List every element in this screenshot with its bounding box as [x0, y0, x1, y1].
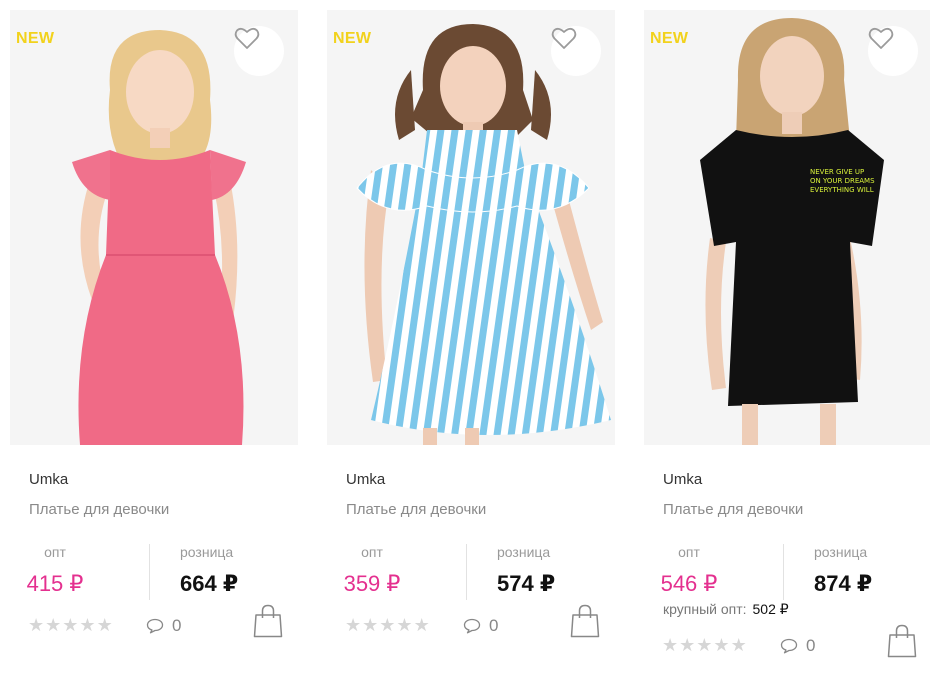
star-icon[interactable]: ★ [79, 616, 95, 634]
product-title[interactable]: Платье для девочки [346, 501, 486, 518]
comments-count: 0 [489, 616, 499, 635]
price-retail-label: розница [497, 544, 551, 560]
favorite-button[interactable] [551, 26, 601, 76]
star-icon[interactable]: ★ [662, 636, 678, 654]
star-icon[interactable]: ★ [696, 636, 712, 654]
comments-count: 0 [172, 616, 182, 635]
product-photo[interactable]: NEVER GIVE UP ON YOUR DREAMS EVERYTHING … [644, 10, 930, 445]
rating-stars[interactable]: ★ ★ ★ ★ ★ [28, 616, 113, 634]
new-badge: NEW [16, 30, 55, 47]
star-icon[interactable]: ★ [713, 636, 729, 654]
star-icon[interactable]: ★ [414, 616, 430, 634]
retail-price: розница 874 ₽ [783, 544, 930, 600]
product-card[interactable]: NEVER GIVE UP ON YOUR DREAMS EVERYTHING … [644, 0, 930, 678]
price-retail-label: розница [180, 544, 234, 560]
product-title[interactable]: Платье для девочки [663, 501, 803, 518]
star-icon[interactable]: ★ [731, 636, 747, 654]
svg-text:ON YOUR DREAMS: ON YOUR DREAMS [810, 177, 875, 185]
star-icon[interactable]: ★ [362, 616, 378, 634]
price-opt-value: 415 ₽ [26, 571, 84, 596]
wholesale-price: опт 359 ₽ [327, 544, 465, 600]
wholesale-price: опт 546 ₽ [644, 544, 782, 600]
comments-count: 0 [806, 636, 816, 655]
speech-bubble-icon [463, 618, 481, 634]
new-badge: NEW [333, 30, 372, 47]
comments-link[interactable]: 0 [780, 636, 815, 656]
star-icon[interactable]: ★ [679, 636, 695, 654]
add-to-cart-button[interactable] [253, 604, 283, 638]
product-photo[interactable]: NEW [10, 10, 298, 445]
price-opt-label: опт [44, 544, 66, 560]
shopping-bag-icon [887, 624, 917, 658]
rating-stars[interactable]: ★ ★ ★ ★ ★ [662, 636, 747, 654]
price-opt-label: опт [678, 544, 700, 560]
shopping-bag-icon [570, 604, 600, 638]
rating-stars[interactable]: ★ ★ ★ ★ ★ [345, 616, 430, 634]
price-retail-label: розница [814, 544, 868, 560]
product-brand[interactable]: Umka [346, 471, 385, 488]
comments-link[interactable]: 0 [146, 616, 181, 636]
svg-text:EVERYTHING WILL: EVERYTHING WILL [810, 186, 874, 194]
wholesale-price: опт 415 ₽ [10, 544, 148, 600]
shopping-bag-icon [253, 604, 283, 638]
add-to-cart-button[interactable] [570, 604, 600, 638]
speech-bubble-icon [146, 618, 164, 634]
product-photo[interactable]: NEW [327, 10, 615, 445]
star-icon[interactable]: ★ [396, 616, 412, 634]
price-retail-value: 574 ₽ [497, 571, 556, 596]
bulk-wholesale-value: 502 ₽ [752, 601, 789, 617]
price-opt-label: опт [361, 544, 383, 560]
product-brand[interactable]: Umka [29, 471, 68, 488]
retail-price: розница 574 ₽ [466, 544, 616, 600]
speech-bubble-icon [780, 638, 798, 654]
price-opt-value: 546 ₽ [660, 571, 718, 596]
product-card[interactable]: NEW Umka Платье для девочки опт 359 ₽ ро… [327, 0, 627, 678]
add-to-cart-button[interactable] [887, 624, 917, 658]
svg-text:NEVER GIVE UP: NEVER GIVE UP [810, 168, 864, 176]
star-icon[interactable]: ★ [97, 616, 113, 634]
bulk-wholesale-label: крупный опт: [663, 601, 747, 617]
retail-price: розница 664 ₽ [149, 544, 299, 600]
star-icon[interactable]: ★ [345, 616, 361, 634]
product-title[interactable]: Платье для девочки [29, 501, 169, 518]
favorite-button[interactable] [234, 26, 284, 76]
bulk-wholesale-price: крупный опт: 502 ₽ [663, 601, 789, 618]
star-icon[interactable]: ★ [28, 616, 44, 634]
star-icon[interactable]: ★ [62, 616, 78, 634]
star-icon[interactable]: ★ [379, 616, 395, 634]
heart-outline-icon [551, 27, 577, 49]
star-icon[interactable]: ★ [45, 616, 61, 634]
new-badge: NEW [650, 30, 689, 47]
product-card[interactable]: NEW Umka Платье для девочки опт 415 ₽ ро… [10, 0, 310, 678]
heart-outline-icon [234, 27, 260, 49]
price-retail-value: 874 ₽ [814, 571, 873, 596]
favorite-button[interactable] [868, 26, 918, 76]
price-opt-value: 359 ₽ [343, 571, 401, 596]
price-retail-value: 664 ₽ [180, 571, 239, 596]
heart-outline-icon [868, 27, 894, 49]
product-brand[interactable]: Umka [663, 471, 702, 488]
comments-link[interactable]: 0 [463, 616, 498, 636]
